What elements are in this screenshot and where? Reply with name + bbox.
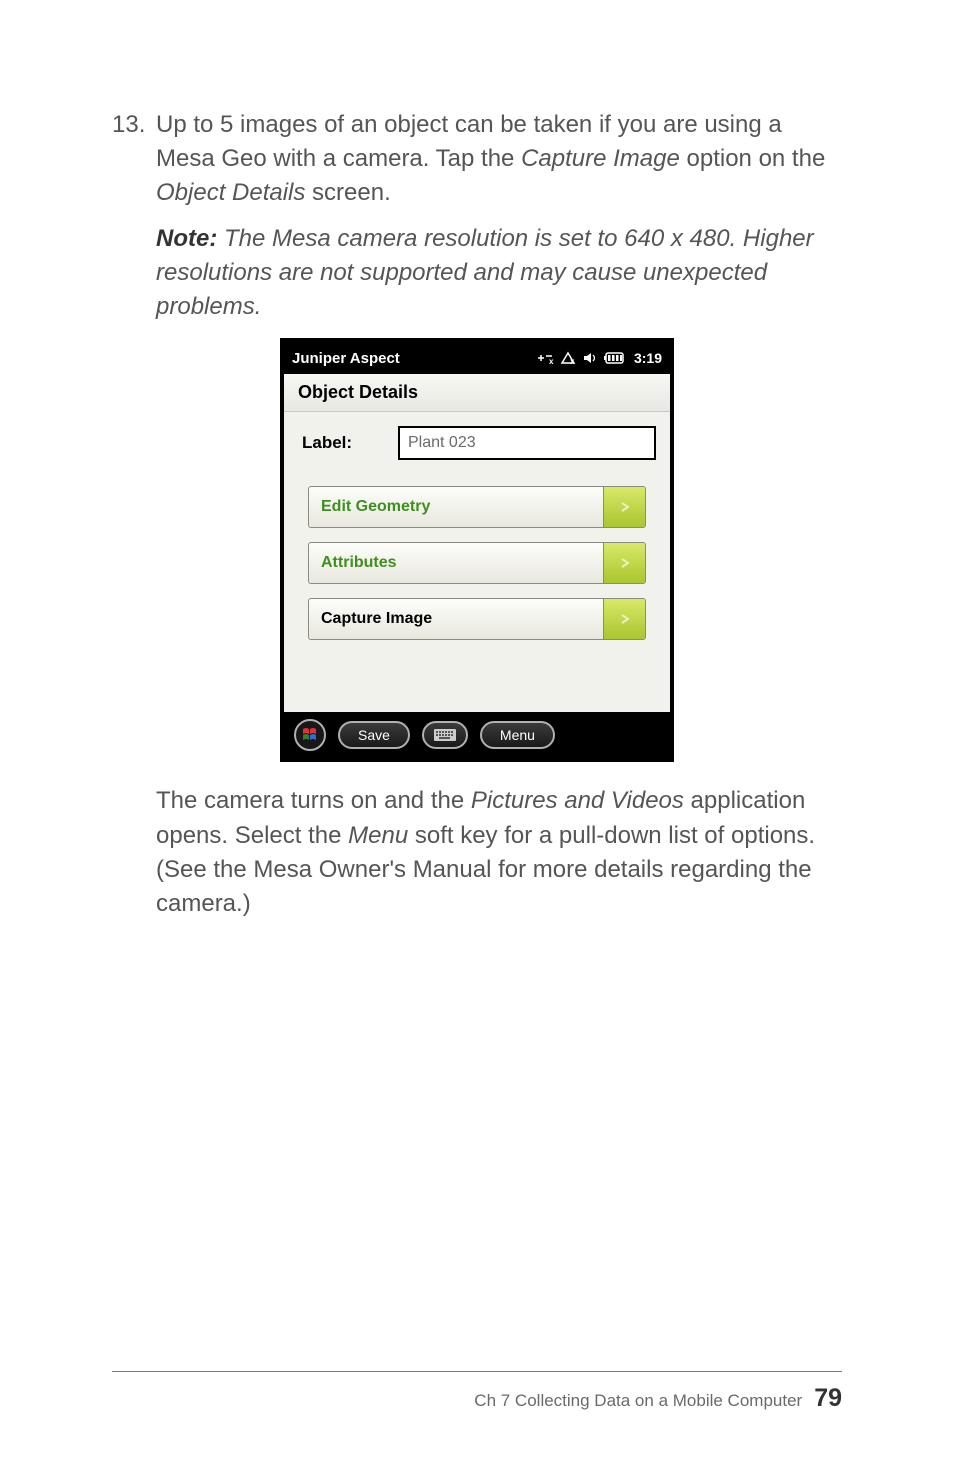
note-body: The Mesa camera resolution is set to 640…	[156, 225, 814, 320]
term-capture-image: Capture Image	[521, 145, 680, 172]
button-label: Capture Image	[309, 610, 603, 628]
capture-image-button[interactable]: Capture Image	[308, 598, 646, 640]
connectivity-icon: x	[536, 351, 554, 365]
keyboard-softkey[interactable]	[422, 721, 468, 749]
signal-icon: x	[560, 351, 576, 365]
note-block: Note: The Mesa camera resolution is set …	[156, 222, 842, 324]
screen-title: Object Details	[284, 374, 670, 412]
text: The camera turns on and the	[156, 787, 471, 814]
list-number: 13.	[112, 108, 156, 210]
keyboard-icon	[434, 729, 456, 741]
page-number: 79	[814, 1384, 842, 1413]
svg-text:x: x	[570, 357, 575, 365]
device-screenshot: Juniper Aspect x x 3:19 Object Details L…	[280, 338, 674, 762]
page-footer: Ch 7 Collecting Data on a Mobile Compute…	[112, 1371, 842, 1413]
text: screen.	[305, 179, 390, 206]
term-pictures-videos: Pictures and Videos	[471, 787, 684, 814]
note-label: Note:	[156, 225, 217, 252]
windows-icon	[301, 726, 319, 744]
battery-icon	[604, 352, 626, 364]
label-input[interactable]	[398, 426, 656, 460]
menu-softkey[interactable]: Menu	[480, 721, 555, 749]
paragraph-1: Up to 5 images of an object can be taken…	[156, 108, 842, 210]
softkey-bar: Save Menu	[284, 712, 670, 758]
svg-text:x: x	[549, 357, 554, 365]
status-icons: x x 3:19	[536, 350, 662, 366]
chevron-icon	[603, 599, 645, 639]
chevron-icon	[603, 543, 645, 583]
button-label: Edit Geometry	[309, 498, 603, 516]
label-caption: Label:	[298, 433, 388, 453]
button-label: Attributes	[309, 554, 603, 572]
footer-chapter: Ch 7 Collecting Data on a Mobile Compute…	[474, 1391, 802, 1411]
screen-content: Label: Edit Geometry Attributes Capture …	[284, 412, 670, 712]
term-menu: Menu	[348, 822, 408, 849]
edit-geometry-button[interactable]: Edit Geometry	[308, 486, 646, 528]
speaker-icon	[582, 351, 598, 365]
start-button[interactable]	[294, 719, 326, 751]
chevron-icon	[603, 487, 645, 527]
term-object-details: Object Details	[156, 179, 305, 206]
device-titlebar: Juniper Aspect x x 3:19	[284, 342, 670, 374]
save-softkey[interactable]: Save	[338, 721, 410, 749]
app-title: Juniper Aspect	[292, 350, 400, 367]
attributes-button[interactable]: Attributes	[308, 542, 646, 584]
text: option on the	[680, 145, 825, 172]
clock: 3:19	[634, 350, 662, 366]
paragraph-2: The camera turns on and the Pictures and…	[156, 784, 842, 920]
